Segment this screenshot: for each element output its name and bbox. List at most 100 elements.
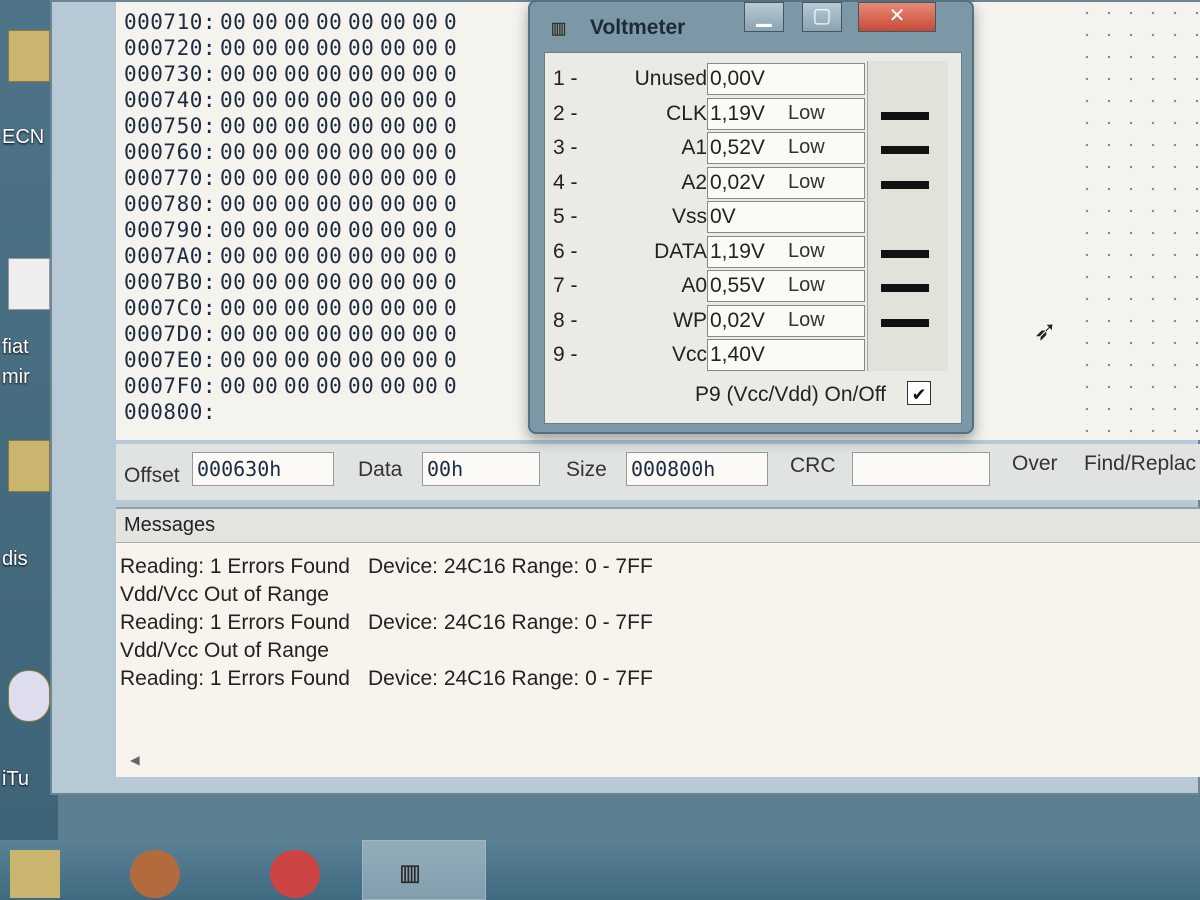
hex-byte[interactable]: 0 — [444, 322, 476, 346]
hex-byte[interactable]: 00 — [380, 192, 412, 216]
hex-byte[interactable]: 00 — [220, 140, 252, 164]
hex-byte[interactable]: 00 — [220, 270, 252, 294]
hex-byte[interactable]: 0 — [444, 218, 476, 242]
hex-byte[interactable]: 00 — [220, 10, 252, 34]
hex-byte[interactable]: 00 — [284, 88, 316, 112]
hex-byte[interactable]: 00 — [220, 296, 252, 320]
hex-byte[interactable]: 00 — [252, 374, 284, 398]
hex-byte[interactable]: 0 — [444, 296, 476, 320]
hex-byte[interactable]: 00 — [348, 192, 380, 216]
maximize-button[interactable]: ▢ — [802, 2, 842, 32]
hex-row[interactable]: 0007B0: 00 00 00 00 00 00 00 0 — [124, 270, 476, 296]
hex-byte[interactable]: 00 — [284, 270, 316, 294]
hex-byte[interactable]: 00 — [252, 322, 284, 346]
hex-byte[interactable]: 00 — [316, 270, 348, 294]
hex-byte[interactable]: 00 — [252, 166, 284, 190]
hex-row[interactable]: 000790: 00 00 00 00 00 00 00 0 — [124, 218, 476, 244]
hex-byte[interactable]: 00 — [252, 218, 284, 242]
shortcut-icon[interactable] — [8, 670, 50, 722]
hex-byte[interactable]: 00 — [412, 114, 444, 138]
hex-byte[interactable]: 00 — [316, 140, 348, 164]
overwrite-toggle[interactable]: Over — [1012, 452, 1058, 476]
hex-byte[interactable]: 00 — [220, 348, 252, 372]
hex-byte[interactable]: 00 — [284, 192, 316, 216]
minimize-button[interactable]: ▁ — [744, 2, 784, 32]
hex-byte[interactable]: 00 — [316, 36, 348, 60]
hex-row[interactable]: 000720: 00 00 00 00 00 00 00 0 — [124, 36, 476, 62]
hex-byte[interactable]: 00 — [220, 218, 252, 242]
hex-byte[interactable]: 00 — [412, 296, 444, 320]
hex-byte[interactable]: 00 — [412, 192, 444, 216]
hex-byte[interactable]: 0 — [444, 166, 476, 190]
hex-byte[interactable]: 0 — [444, 140, 476, 164]
hex-byte[interactable]: 00 — [284, 62, 316, 86]
hex-byte[interactable]: 00 — [316, 166, 348, 190]
find-replace-button[interactable]: Find/Replac — [1084, 452, 1196, 476]
hex-byte[interactable]: 0 — [444, 244, 476, 268]
hex-byte[interactable]: 00 — [220, 374, 252, 398]
hex-byte[interactable]: 00 — [316, 114, 348, 138]
hex-byte[interactable]: 00 — [380, 348, 412, 372]
hex-byte[interactable]: 00 — [252, 140, 284, 164]
hex-byte[interactable]: 00 — [348, 244, 380, 268]
hex-row[interactable]: 0007E0: 00 00 00 00 00 00 00 0 — [124, 348, 476, 374]
hex-byte[interactable]: 00 — [284, 10, 316, 34]
explorer-icon[interactable] — [10, 850, 60, 898]
hex-byte[interactable]: 00 — [380, 88, 412, 112]
hex-byte[interactable]: 00 — [380, 36, 412, 60]
hex-byte[interactable]: 00 — [348, 62, 380, 86]
hex-byte[interactable]: 00 — [412, 270, 444, 294]
hex-byte[interactable]: 00 — [412, 10, 444, 34]
hex-byte[interactable]: 00 — [412, 348, 444, 372]
folder-icon[interactable] — [8, 30, 50, 82]
size-field[interactable]: 000800h — [626, 452, 768, 486]
hex-byte[interactable]: 00 — [348, 36, 380, 60]
hex-row[interactable]: 000710: 00 00 00 00 00 00 00 0 — [124, 10, 476, 36]
hex-byte[interactable]: 00 — [412, 140, 444, 164]
hex-byte[interactable]: 00 — [316, 374, 348, 398]
hex-byte[interactable]: 0 — [444, 374, 476, 398]
hex-byte[interactable]: 00 — [412, 322, 444, 346]
hex-byte[interactable]: 00 — [316, 10, 348, 34]
hex-byte[interactable]: 00 — [380, 10, 412, 34]
hex-byte[interactable]: 00 — [412, 36, 444, 60]
hex-byte[interactable]: 00 — [252, 62, 284, 86]
hex-row[interactable]: 000760: 00 00 00 00 00 00 00 0 — [124, 140, 476, 166]
hex-byte[interactable]: 00 — [220, 244, 252, 268]
hex-byte[interactable]: 00 — [316, 322, 348, 346]
hex-byte[interactable]: 0 — [444, 36, 476, 60]
hex-byte[interactable]: 00 — [348, 166, 380, 190]
hex-byte[interactable]: 00 — [316, 88, 348, 112]
power-toggle-checkbox[interactable]: ✔ — [907, 381, 931, 405]
hex-byte[interactable]: 00 — [252, 244, 284, 268]
hex-byte[interactable]: 00 — [412, 244, 444, 268]
hex-row[interactable]: 0007C0: 00 00 00 00 00 00 00 0 — [124, 296, 476, 322]
hex-byte[interactable]: 00 — [348, 374, 380, 398]
hex-byte[interactable]: 00 — [412, 88, 444, 112]
hex-byte[interactable]: 00 — [220, 88, 252, 112]
data-field[interactable]: 00h — [422, 452, 540, 486]
hex-byte[interactable]: 00 — [284, 296, 316, 320]
hex-byte[interactable]: 00 — [380, 296, 412, 320]
hex-byte[interactable]: 00 — [348, 114, 380, 138]
hex-byte[interactable]: 00 — [252, 192, 284, 216]
hex-row[interactable]: 000730: 00 00 00 00 00 00 00 0 — [124, 62, 476, 88]
hex-byte[interactable]: 00 — [284, 374, 316, 398]
hex-byte[interactable]: 00 — [348, 88, 380, 112]
hex-row[interactable]: 000750: 00 00 00 00 00 00 00 0 — [124, 114, 476, 140]
hex-byte[interactable]: 00 — [380, 322, 412, 346]
hex-byte[interactable]: 00 — [348, 322, 380, 346]
hex-byte[interactable]: 00 — [412, 374, 444, 398]
hex-byte[interactable]: 00 — [284, 36, 316, 60]
hex-byte[interactable]: 00 — [412, 166, 444, 190]
hex-byte[interactable]: 00 — [380, 114, 412, 138]
hex-byte[interactable]: 00 — [380, 244, 412, 268]
hex-byte[interactable]: 00 — [252, 114, 284, 138]
hex-byte[interactable]: 00 — [380, 218, 412, 242]
hex-byte[interactable]: 00 — [316, 62, 348, 86]
close-button[interactable]: ✕ — [858, 2, 936, 32]
hex-byte[interactable]: 00 — [316, 218, 348, 242]
hex-byte[interactable]: 00 — [348, 270, 380, 294]
hex-byte[interactable]: 00 — [284, 166, 316, 190]
hex-row[interactable]: 0007A0: 00 00 00 00 00 00 00 0 — [124, 244, 476, 270]
